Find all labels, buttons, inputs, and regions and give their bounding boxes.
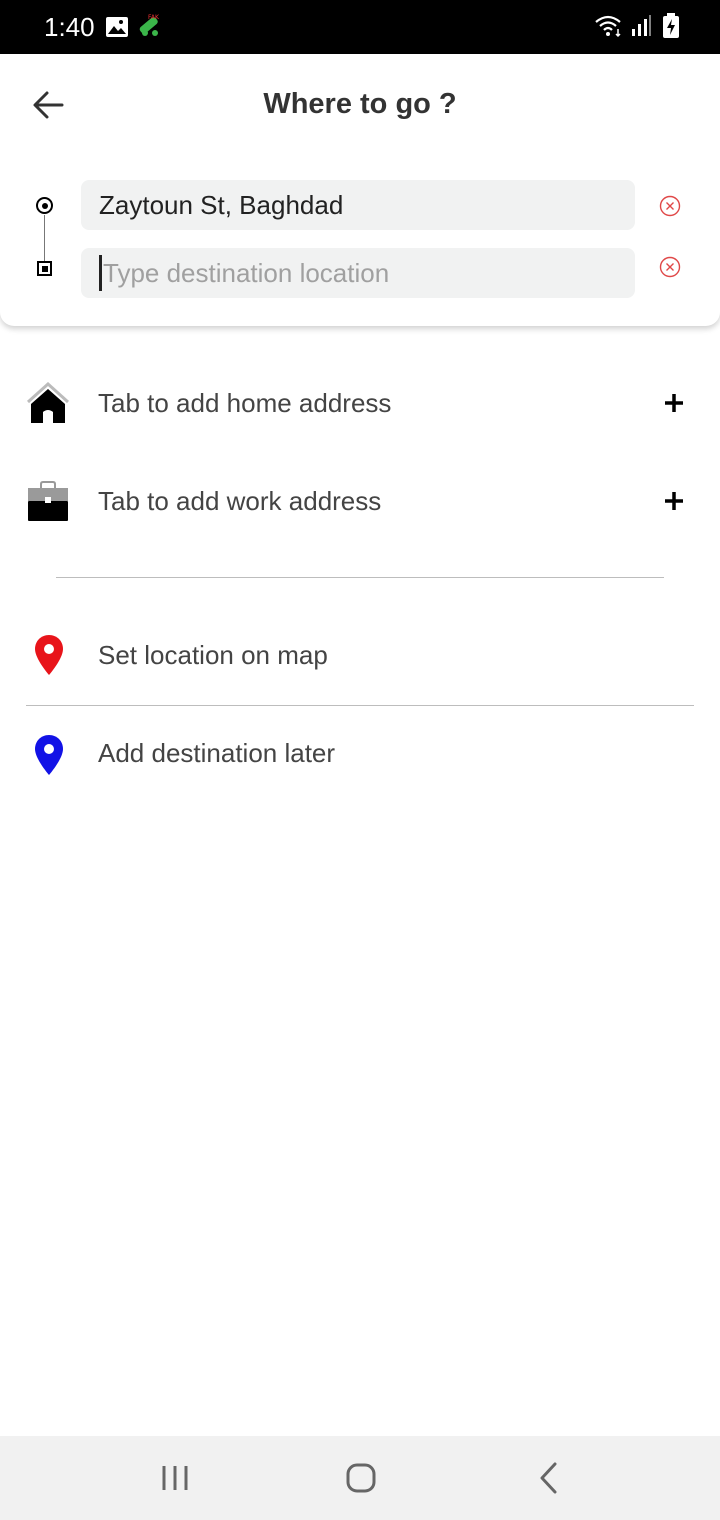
clear-origin-button[interactable] <box>659 195 681 217</box>
status-time: 1:40 <box>44 12 95 42</box>
add-home-address-row[interactable]: Tab to add home address <box>0 368 720 438</box>
map-pin-icon <box>35 735 63 775</box>
text-cursor <box>99 255 102 292</box>
set-location-on-map-row[interactable]: Set location on map <box>0 620 720 690</box>
svg-text:FAK: FAK <box>148 14 160 21</box>
origin-value: Zaytoun St, Baghdad <box>99 190 344 220</box>
system-nav-bar <box>0 1436 720 1520</box>
page-title: Where to go ? <box>263 88 457 120</box>
circle-x-icon <box>659 195 681 217</box>
origin-marker-icon <box>36 197 53 214</box>
origin-input[interactable]: Zaytoun St, Baghdad <box>81 180 635 230</box>
status-bar: 1:40 FAK <box>0 0 720 54</box>
app-notification-icon: FAK <box>139 14 160 36</box>
destination-input[interactable]: Type destination location <box>81 248 635 298</box>
add-destination-later-label: Add destination later <box>98 738 336 768</box>
section-divider <box>56 577 664 578</box>
plus-icon[interactable] <box>662 489 686 513</box>
destination-placeholder: Type destination location <box>103 258 390 288</box>
set-location-label: Set location on map <box>98 640 328 670</box>
work-address-label: Tab to add work address <box>98 486 382 516</box>
back-icon[interactable] <box>529 1458 569 1498</box>
options-divider <box>26 705 694 706</box>
signal-icon <box>632 15 651 36</box>
pin-shape <box>35 735 63 775</box>
route-card: Where to go ? Zaytoun St, Baghdad Type d… <box>0 54 720 326</box>
clear-destination-button[interactable] <box>659 256 681 278</box>
home-button-icon[interactable] <box>341 1458 381 1498</box>
add-destination-later-row[interactable]: Add destination later <box>0 718 720 788</box>
plus-icon[interactable] <box>662 391 686 415</box>
image-icon <box>106 17 128 37</box>
pin-shape <box>35 635 63 675</box>
home-icon <box>26 382 70 423</box>
wifi-icon <box>595 15 621 38</box>
briefcase-icon <box>28 481 68 521</box>
route-connector <box>44 215 45 261</box>
map-pin-icon <box>35 635 63 675</box>
add-work-address-row[interactable]: Tab to add work address <box>0 466 720 536</box>
circle-x-icon <box>659 256 681 278</box>
destination-marker-icon <box>37 261 52 276</box>
battery-charging-icon <box>663 13 679 38</box>
home-address-label: Tab to add home address <box>98 388 392 418</box>
recent-apps-icon[interactable] <box>155 1458 195 1498</box>
